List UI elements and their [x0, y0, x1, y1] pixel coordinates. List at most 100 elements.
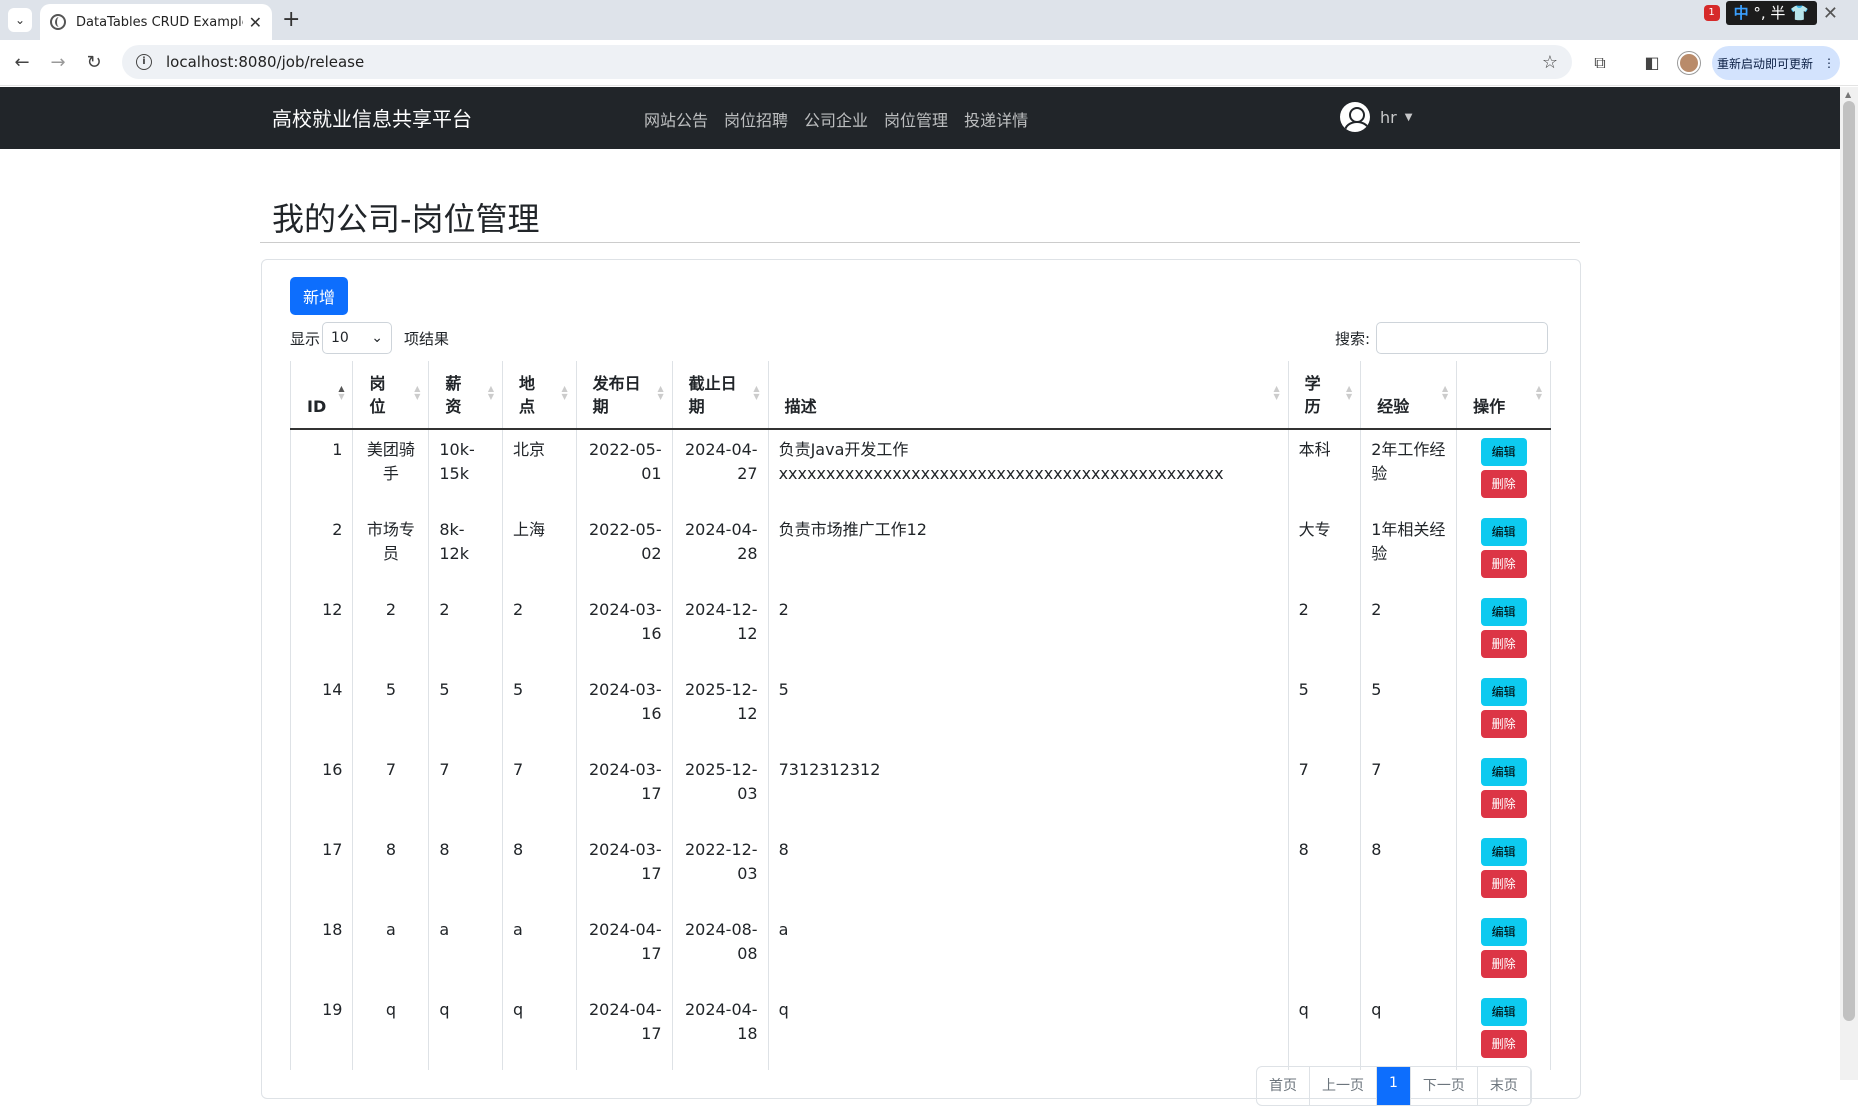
- table-row: 14 5 5 5 2024-03- 16 2025-12- 12 5 5 5 编辑 删除: [289, 670, 1551, 750]
- cell-description: a: [767, 910, 1289, 990]
- edit-button[interactable]: 编辑: [1480, 518, 1527, 546]
- cell-id: 19: [289, 990, 353, 1070]
- tab-search-button[interactable]: ⌄: [8, 8, 32, 32]
- cell-salary: q: [428, 990, 503, 1070]
- cell-actions: 编辑 删除: [1456, 750, 1551, 830]
- table-row: 19 q q q 2024-04- 17 2024-04- 18 q q q 编辑 删除: [289, 990, 1551, 1070]
- close-icon[interactable]: ✕: [1823, 3, 1838, 24]
- new-tab-button[interactable]: +: [282, 8, 300, 32]
- pagination-item[interactable]: 末页: [1478, 1067, 1531, 1105]
- edit-button[interactable]: 编辑: [1480, 758, 1527, 786]
- nav-link-applications[interactable]: 投递详情: [964, 107, 1028, 131]
- cell-job: 美团骑手: [352, 429, 429, 510]
- sort-arrows-icon: ▲ ▼: [414, 384, 421, 401]
- pagination-item[interactable]: 下一页: [1411, 1067, 1478, 1105]
- pagination-item[interactable]: 首页: [1257, 1067, 1310, 1105]
- column-header[interactable]: ID ▲ ▼: [289, 361, 353, 430]
- cell-salary: 8k-12k: [428, 510, 503, 590]
- nav-link-companies[interactable]: 公司企业: [804, 107, 868, 131]
- back-icon[interactable]: ←: [10, 51, 34, 75]
- info-icon[interactable]: i: [136, 54, 152, 70]
- delete-button[interactable]: 删除: [1480, 710, 1527, 738]
- delete-button[interactable]: 删除: [1480, 790, 1527, 818]
- delete-button[interactable]: 删除: [1480, 870, 1527, 898]
- cell-deadline: 2024-04- 27: [671, 429, 769, 510]
- cell-place: 8: [502, 830, 577, 910]
- pagination-item[interactable]: 上一页: [1310, 1067, 1377, 1105]
- url-text[interactable]: localhost:8080/job/release: [166, 53, 364, 71]
- table-row: 12 2 2 2 2024-03- 16 2024-12- 12 2 2 2 编辑 删除: [289, 590, 1551, 670]
- address-bar[interactable]: i localhost:8080/job/release ☆: [122, 45, 1572, 79]
- close-icon[interactable]: ✕: [249, 13, 262, 32]
- delete-button[interactable]: 删除: [1480, 470, 1527, 498]
- cell-publish-date: 2024-03- 16: [575, 670, 673, 750]
- cell-education: 8: [1287, 830, 1361, 910]
- cell-deadline: 2024-04- 18: [671, 990, 769, 1070]
- notification-badge[interactable]: 1: [1703, 5, 1720, 21]
- column-header[interactable]: 薪资 ▲ ▼: [428, 361, 503, 430]
- edit-button[interactable]: 编辑: [1480, 598, 1527, 626]
- sort-arrows-icon: ▲ ▼: [1535, 384, 1542, 401]
- pagination-item[interactable]: 1: [1377, 1067, 1411, 1105]
- bookmark-star-icon[interactable]: ☆: [1542, 52, 1558, 73]
- cell-job: a: [352, 910, 429, 990]
- page-scrollbar[interactable]: ▲: [1840, 87, 1858, 1080]
- user-menu[interactable]: hr ▼: [1340, 102, 1412, 132]
- cell-publish-date: 2024-03- 16: [575, 590, 673, 670]
- reload-icon[interactable]: ↻: [82, 51, 106, 75]
- site-brand[interactable]: 高校就业信息共享平台: [272, 103, 472, 132]
- cell-place: a: [502, 910, 577, 990]
- edit-button[interactable]: 编辑: [1480, 678, 1527, 706]
- nav-link-job-management[interactable]: 岗位管理: [884, 107, 948, 131]
- forward-icon[interactable]: →: [46, 51, 70, 75]
- delete-button[interactable]: 删除: [1480, 950, 1527, 978]
- cell-job: 7: [352, 750, 429, 830]
- column-header[interactable]: 地点 ▲ ▼: [502, 361, 577, 430]
- delete-button[interactable]: 删除: [1480, 630, 1527, 658]
- cell-deadline: 2024-12- 12: [671, 590, 769, 670]
- delete-button[interactable]: 删除: [1480, 1030, 1527, 1058]
- ime-indicator[interactable]: 中 °, 半 👕: [1725, 1, 1817, 25]
- column-header[interactable]: 截止日期 ▲ ▼: [671, 361, 769, 430]
- update-label: 重新启动即可更新: [1716, 56, 1813, 71]
- sort-arrows-icon: ▲ ▼: [1442, 384, 1449, 401]
- extensions-icon[interactable]: ⧉: [1588, 51, 1612, 75]
- page-length-select[interactable]: 10 ⌄: [322, 322, 393, 354]
- cell-place: 5: [502, 670, 577, 750]
- scroll-up-icon[interactable]: ▲: [1845, 90, 1851, 99]
- cell-experience: 7: [1360, 750, 1457, 830]
- add-button[interactable]: 新增: [290, 277, 348, 315]
- column-header-label: 薪资: [445, 374, 462, 416]
- delete-button[interactable]: 删除: [1480, 550, 1527, 578]
- nav-link-jobs[interactable]: 岗位招聘: [724, 107, 788, 131]
- table-row: 18 a a a 2024-04- 17 2024-08- 08 a 编辑 删除: [289, 910, 1551, 990]
- nav-link-announcements[interactable]: 网站公告: [644, 107, 708, 131]
- column-header[interactable]: 岗位 ▲ ▼: [352, 361, 429, 430]
- cell-deadline: 2024-04- 28: [671, 510, 769, 590]
- side-panel-icon[interactable]: ◧: [1640, 51, 1664, 75]
- scrollbar-thumb[interactable]: [1843, 101, 1855, 1021]
- sort-arrows-icon: ▲ ▼: [1346, 384, 1353, 401]
- column-header[interactable]: 操作 ▲ ▼: [1456, 361, 1551, 430]
- shirt-icon: 👕: [1790, 4, 1809, 22]
- column-header[interactable]: 经验 ▲ ▼: [1360, 361, 1457, 430]
- title-divider: [260, 242, 1580, 243]
- search-input[interactable]: [1376, 322, 1549, 354]
- edit-button[interactable]: 编辑: [1480, 918, 1527, 946]
- edit-button[interactable]: 编辑: [1480, 438, 1527, 466]
- table-body: 1 美团骑手 10k- 15k 北京 2022-05- 01 2024-04- 27 负责Java…: [289, 429, 1551, 1070]
- cell-actions: 编辑 删除: [1456, 910, 1551, 990]
- column-header[interactable]: 描述 ▲ ▼: [767, 361, 1289, 430]
- edit-button[interactable]: 编辑: [1480, 838, 1527, 866]
- length-control: 显示 10 ⌄ 项结果: [290, 322, 449, 354]
- update-button[interactable]: 重新启动即可更新 ⋮: [1712, 46, 1840, 80]
- profile-avatar[interactable]: [1678, 52, 1700, 74]
- cell-actions: 编辑 删除: [1456, 990, 1551, 1070]
- cell-job: q: [352, 990, 429, 1070]
- cell-experience: 2: [1360, 590, 1457, 670]
- cell-education: 大专: [1287, 510, 1361, 590]
- column-header[interactable]: 发布日期 ▲ ▼: [575, 361, 673, 430]
- column-header[interactable]: 学历 ▲ ▼: [1287, 361, 1361, 430]
- edit-button[interactable]: 编辑: [1480, 998, 1527, 1026]
- browser-tab[interactable]: DataTables CRUD Example w ✕: [40, 4, 272, 40]
